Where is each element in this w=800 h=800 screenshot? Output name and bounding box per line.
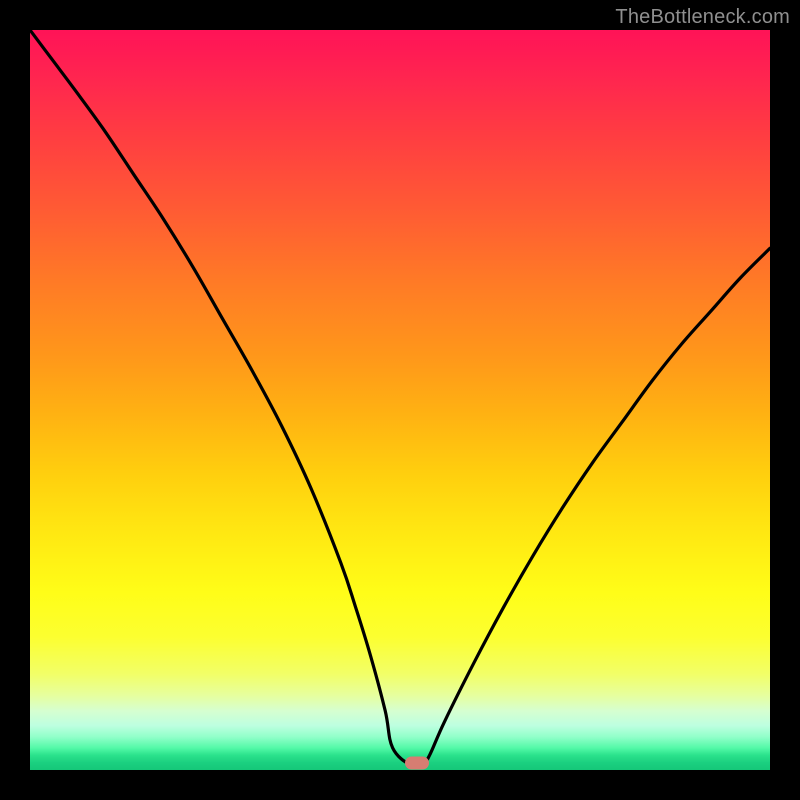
watermark-text: TheBottleneck.com <box>615 6 790 29</box>
chart-stage: TheBottleneck.com <box>0 0 800 800</box>
bottleneck-curve <box>30 30 770 767</box>
plot-area <box>30 30 770 770</box>
curve-layer <box>30 30 770 770</box>
optimal-marker <box>405 757 429 770</box>
